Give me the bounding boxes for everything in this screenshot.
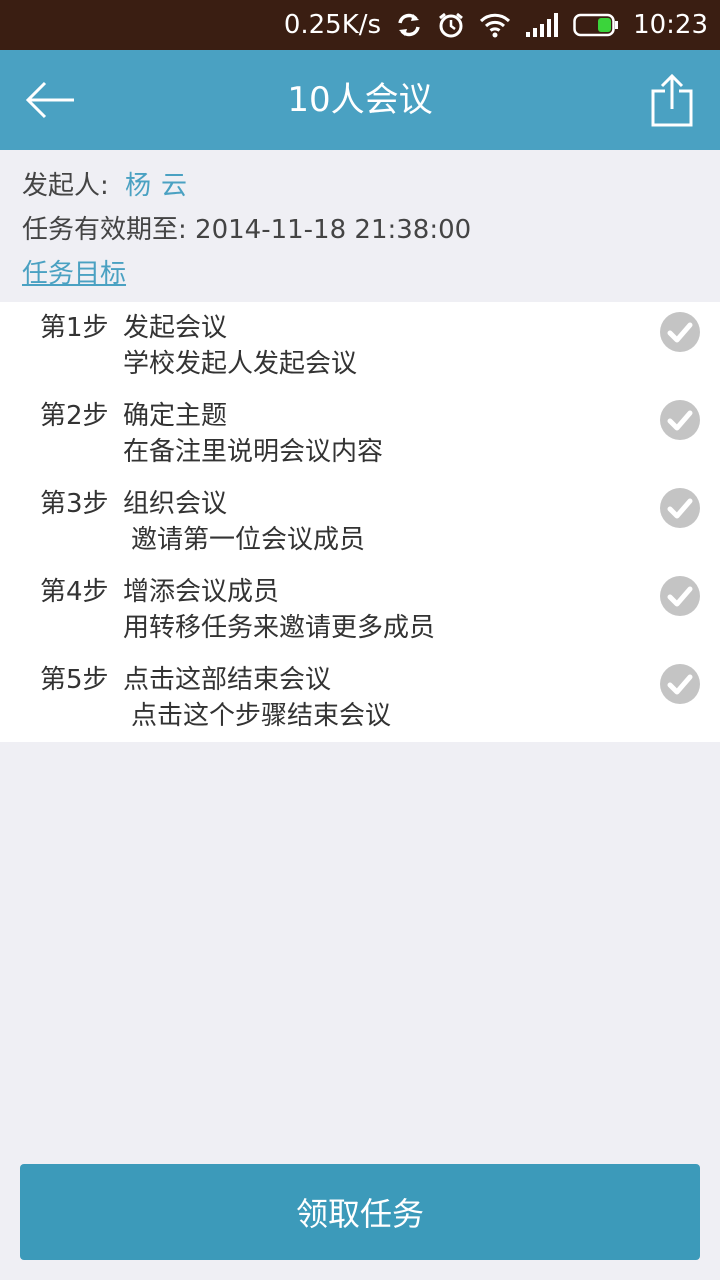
check-icon[interactable] xyxy=(660,488,700,528)
task-goal-link[interactable]: 任务目标 xyxy=(22,259,126,289)
step-number: 第2步 xyxy=(40,401,109,431)
step-item[interactable]: 第5步 点击这部结束会议 点击这个步骤结束会议 xyxy=(0,654,720,742)
step-item[interactable]: 第3步 组织会议 邀请第一位会议成员 xyxy=(0,478,720,566)
task-goal-row: 任务目标 xyxy=(22,254,126,294)
share-button[interactable] xyxy=(650,72,694,128)
step-number: 第1步 xyxy=(40,313,109,343)
check-icon[interactable] xyxy=(660,312,700,352)
status-bar: 0.25K/s 10:23 xyxy=(0,0,720,50)
deadline-value: 2014-11-18 21:38:00 xyxy=(195,215,472,245)
step-item[interactable]: 第4步 增添会议成员 用转移任务来邀请更多成员 xyxy=(0,566,720,654)
step-description: 学校发起人发起会议 xyxy=(123,349,358,379)
signal-icon xyxy=(525,12,559,38)
initiator-row: 发起人: 杨云 xyxy=(22,166,197,206)
check-icon[interactable] xyxy=(660,400,700,440)
step-description: 在备注里说明会议内容 xyxy=(123,437,384,467)
clock: 10:23 xyxy=(633,10,708,40)
check-icon[interactable] xyxy=(660,664,700,704)
net-speed: 0.25K/s xyxy=(283,10,382,40)
steps-list: 第1步 发起会议 学校发起人发起会议 第2步 确定主题 在备注里说明会议内容 第… xyxy=(0,302,720,742)
step-number: 第3步 xyxy=(40,489,109,519)
arrow-left-icon xyxy=(25,81,74,119)
step-title: 增添会议成员 xyxy=(123,577,280,607)
page-title: 10人会议 xyxy=(287,80,433,120)
step-description: 用转移任务来邀请更多成员 xyxy=(123,613,436,643)
sync-icon xyxy=(395,11,423,39)
wifi-icon xyxy=(479,12,511,38)
app-bar: 10人会议 xyxy=(0,50,720,150)
step-description: 点击这个步骤结束会议 xyxy=(131,701,392,731)
check-icon[interactable] xyxy=(660,576,700,616)
deadline-row: 任务有效期至: 2014-11-18 21:38:00 xyxy=(22,210,471,250)
step-title: 组织会议 xyxy=(123,489,228,519)
step-item[interactable]: 第1步 发起会议 学校发起人发起会议 xyxy=(0,302,720,390)
battery-icon xyxy=(573,13,619,37)
step-description: 邀请第一位会议成员 xyxy=(131,525,366,555)
step-number: 第4步 xyxy=(40,577,109,607)
deadline-label: 任务有效期至: xyxy=(22,215,196,245)
accept-task-button[interactable]: 领取任务 xyxy=(20,1164,700,1260)
back-button[interactable] xyxy=(22,75,78,125)
alarm-icon xyxy=(437,11,465,39)
share-icon xyxy=(651,73,693,127)
initiator-label: 发起人: xyxy=(22,171,118,201)
task-info: 发起人: 杨云 任务有效期至: 2014-11-18 21:38:00 任务目标 xyxy=(0,150,720,302)
step-item[interactable]: 第2步 确定主题 在备注里说明会议内容 xyxy=(0,390,720,478)
initiator-name[interactable]: 杨云 xyxy=(125,171,197,201)
step-title: 点击这部结束会议 xyxy=(123,665,332,695)
step-title: 发起会议 xyxy=(123,313,228,343)
step-title: 确定主题 xyxy=(123,401,228,431)
step-number: 第5步 xyxy=(40,665,109,695)
